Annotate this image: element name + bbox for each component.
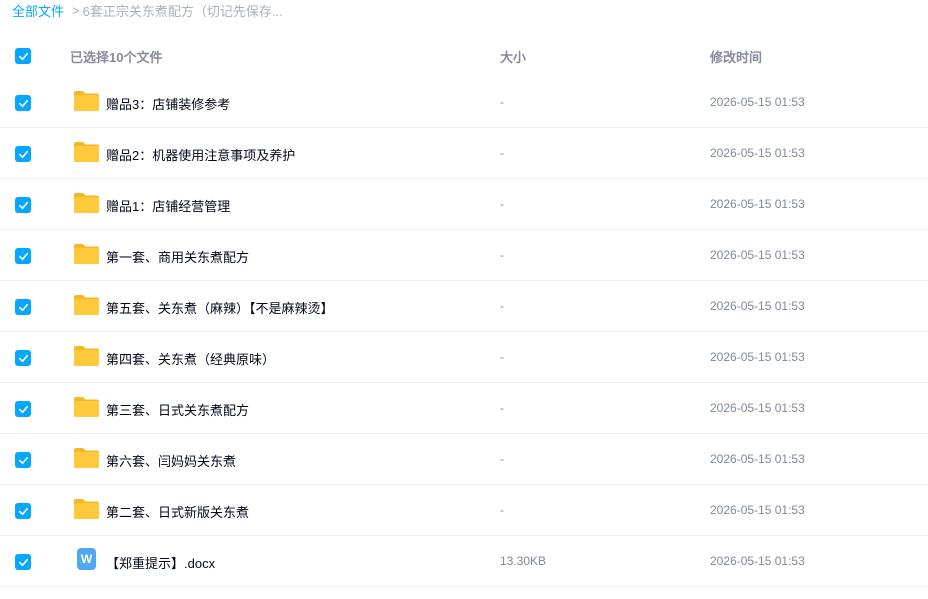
breadcrumb: 全部文件 > 6套正宗关东煮配方（切记先保存... [12, 0, 283, 20]
checkmark-icon [18, 456, 28, 464]
file-modified-time: 2026-05-15 01:53 [710, 197, 805, 211]
file-size: - [500, 299, 504, 313]
checkmark-icon [18, 405, 28, 413]
row-checkbox[interactable] [15, 503, 31, 519]
checkmark-icon [18, 507, 28, 515]
file-modified-time: 2026-05-15 01:53 [710, 299, 805, 313]
doc-icon-letter: W [80, 552, 93, 566]
file-name[interactable]: 第二套、日式新版关东煮 [106, 502, 249, 521]
file-row[interactable]: 第三套、日式关东煮配方 - 2026-05-15 01:53 [0, 383, 928, 434]
file-name[interactable]: 第四套、关东煮（经典原味） [106, 349, 275, 368]
folder-icon [74, 244, 99, 264]
word-doc-icon: W [77, 548, 96, 570]
checkmark-icon [18, 52, 28, 60]
file-modified-time: 2026-05-15 01:53 [710, 503, 805, 517]
row-checkbox[interactable] [15, 248, 31, 264]
file-row[interactable]: 第四套、关东煮（经典原味） - 2026-05-15 01:53 [0, 332, 928, 383]
checkmark-icon [18, 201, 28, 209]
row-checkbox[interactable] [15, 401, 31, 417]
file-modified-time: 2026-05-15 01:53 [710, 401, 805, 415]
modified-time-column-header[interactable]: 修改时间 [710, 47, 762, 66]
checkmark-icon [18, 150, 28, 158]
file-size: - [500, 248, 504, 262]
row-checkbox[interactable] [15, 197, 31, 213]
folder-icon [74, 295, 99, 315]
file-row[interactable]: W 【郑重提示】.docx 13.30KB 2026-05-15 01:53 [0, 536, 928, 587]
row-checkbox[interactable] [15, 299, 31, 315]
file-size: - [500, 503, 504, 517]
file-name[interactable]: 第三套、日式关东煮配方 [106, 400, 249, 419]
breadcrumb-root-link[interactable]: 全部文件 [12, 1, 64, 20]
folder-icon [74, 346, 99, 366]
file-name[interactable]: 第一套、商用关东煮配方 [106, 247, 249, 266]
file-name[interactable]: 【郑重提示】.docx [106, 553, 215, 572]
file-size: - [500, 401, 504, 415]
checkmark-icon [18, 558, 28, 566]
row-checkbox[interactable] [15, 146, 31, 162]
row-checkbox[interactable] [15, 452, 31, 468]
file-row[interactable]: 赠品2：机器使用注意事项及养护 - 2026-05-15 01:53 [0, 128, 928, 179]
select-all-checkbox[interactable] [15, 48, 31, 64]
checkmark-icon [18, 303, 28, 311]
size-column-header[interactable]: 大小 [500, 47, 526, 66]
file-modified-time: 2026-05-15 01:53 [710, 554, 805, 568]
breadcrumb-current: 6套正宗关东煮配方（切记先保存... [82, 3, 283, 19]
file-size: - [500, 146, 504, 160]
file-modified-time: 2026-05-15 01:53 [710, 452, 805, 466]
file-size: - [500, 95, 504, 109]
folder-icon [74, 142, 99, 162]
file-modified-time: 2026-05-15 01:53 [710, 248, 805, 262]
file-row[interactable]: 第六套、闫妈妈关东煮 - 2026-05-15 01:53 [0, 434, 928, 485]
file-name[interactable]: 赠品3：店铺装修参考 [106, 94, 230, 113]
file-name[interactable]: 赠品1：店铺经营管理 [106, 196, 230, 215]
selection-count-label: 已选择10个文件 [70, 50, 163, 65]
file-size: - [500, 197, 504, 211]
breadcrumb-separator: > [72, 2, 80, 18]
file-modified-time: 2026-05-15 01:53 [710, 146, 805, 160]
folder-icon [74, 448, 99, 468]
file-modified-time: 2026-05-15 01:53 [710, 350, 805, 364]
folder-icon [74, 499, 99, 519]
file-name[interactable]: 第五套、关东煮（麻辣）【不是麻辣烫】 [106, 298, 334, 317]
folder-icon [74, 397, 99, 417]
row-checkbox[interactable] [15, 95, 31, 111]
file-row[interactable]: 第二套、日式新版关东煮 - 2026-05-15 01:53 [0, 485, 928, 536]
file-row[interactable]: 第五套、关东煮（麻辣）【不是麻辣烫】 - 2026-05-15 01:53 [0, 281, 928, 332]
folder-icon [74, 193, 99, 213]
file-row[interactable]: 赠品1：店铺经营管理 - 2026-05-15 01:53 [0, 179, 928, 230]
file-modified-time: 2026-05-15 01:53 [710, 95, 805, 109]
file-size: - [500, 350, 504, 364]
row-checkbox[interactable] [15, 554, 31, 570]
file-list-header: 已选择10个文件 大小 修改时间 [0, 34, 928, 78]
file-row[interactable]: 赠品3：店铺装修参考 - 2026-05-15 01:53 [0, 77, 928, 128]
file-row[interactable]: 第一套、商用关东煮配方 - 2026-05-15 01:53 [0, 230, 928, 281]
folder-icon [74, 91, 99, 111]
file-name[interactable]: 第六套、闫妈妈关东煮 [106, 451, 236, 470]
checkmark-icon [18, 99, 28, 107]
file-size: 13.30KB [500, 554, 547, 568]
file-name[interactable]: 赠品2：机器使用注意事项及养护 [106, 145, 295, 164]
checkmark-icon [18, 252, 28, 260]
file-size: - [500, 452, 504, 466]
row-checkbox[interactable] [15, 350, 31, 366]
file-list: 赠品3：店铺装修参考 -2026-05-15 01:53 赠品2：机器使用注意事项及… [0, 77, 928, 587]
checkmark-icon [18, 354, 28, 362]
